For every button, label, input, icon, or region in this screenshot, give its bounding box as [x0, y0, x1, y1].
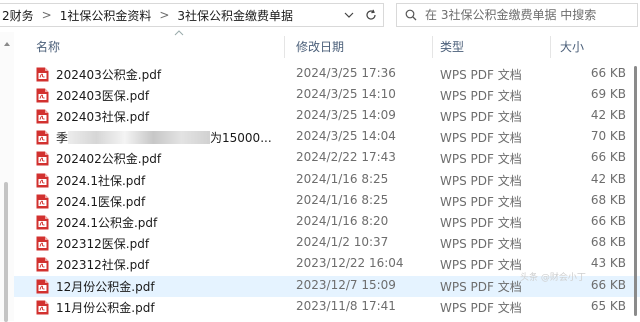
pdf-file-icon [36, 67, 49, 82]
modified-date: 2024/1/2 10:37 [296, 235, 389, 249]
file-type: WPS PDF 文档 [440, 68, 522, 82]
file-row[interactable]: 202403公积金.pdf 2024/3/25 17:36 WPS PDF 文档 66… [14, 64, 640, 85]
modified-date: 2024/1/16 8:25 [296, 193, 389, 207]
column-divider[interactable] [432, 36, 433, 58]
file-name[interactable]: 2024.1社保.pdf [56, 172, 145, 189]
file-type: WPS PDF 文档 [440, 301, 522, 315]
toolbar: 2财务 > 1社保公积金资料 > 3社保公积金缴费单据 [0, 0, 640, 32]
breadcrumb-separator[interactable]: > [153, 8, 175, 22]
sort-ascending-icon [174, 30, 184, 36]
breadcrumb-finance[interactable]: 2财务 [0, 7, 36, 24]
file-row[interactable]: 2024.1公积金.pdf 2024/1/16 8:20 WPS PDF 文档 66 … [14, 212, 640, 233]
pdf-file-icon [36, 300, 49, 315]
column-divider[interactable] [284, 36, 285, 58]
column-size[interactable]: 大小 [560, 32, 584, 60]
modified-date: 2024/1/16 8:20 [296, 214, 389, 228]
pdf-file-icon [36, 257, 49, 272]
column-date[interactable]: 修改日期 [296, 32, 344, 60]
file-type: WPS PDF 文档 [440, 89, 522, 103]
breadcrumb-payment-receipts[interactable]: 3社保公积金缴费单据 [175, 7, 295, 24]
file-name[interactable]: 11月份公积金.pdf [56, 299, 155, 316]
file-type: WPS PDF 文档 [440, 131, 522, 145]
file-name[interactable]: 12月份公积金.pdf [56, 278, 155, 295]
breadcrumb-social-security-docs[interactable]: 1社保公积金资料 [58, 7, 154, 24]
scrollbar-thumb[interactable] [634, 66, 637, 316]
pdf-file-icon [36, 88, 49, 103]
column-header: 名称 修改日期 类型 大小 [14, 30, 640, 60]
file-row[interactable]: 202403医保.pdf 2024/3/25 14:10 WPS PDF 文档 69 … [14, 85, 640, 106]
file-name[interactable]: 季 为15000... [56, 129, 272, 146]
modified-date: 2023/11/8 17:41 [296, 299, 396, 313]
modified-date: 2024/2/22 17:43 [296, 150, 396, 164]
file-size: 42 KB [590, 108, 626, 122]
file-type: WPS PDF 文档 [440, 280, 522, 294]
redacted-text [68, 131, 211, 144]
pdf-file-icon [36, 194, 49, 209]
file-type: WPS PDF 文档 [440, 258, 522, 272]
search-box[interactable] [396, 3, 638, 27]
refresh-icon[interactable] [361, 4, 381, 26]
column-type[interactable]: 类型 [440, 32, 464, 60]
file-type: WPS PDF 文档 [440, 110, 522, 124]
pdf-file-icon [36, 215, 49, 230]
file-name[interactable]: 202402公积金.pdf [56, 150, 161, 167]
navigation-pane[interactable] [0, 32, 14, 322]
file-name[interactable]: 2024.1医保.pdf [56, 193, 145, 210]
column-name[interactable]: 名称 [36, 32, 60, 60]
file-size: 42 KB [590, 172, 626, 186]
file-size: 69 KB [590, 87, 626, 101]
vertical-scrollbar[interactable] [630, 60, 640, 321]
modified-date: 2024/1/16 8:25 [296, 172, 389, 186]
file-size: 70 KB [590, 129, 626, 143]
file-name[interactable]: 202403公积金.pdf [56, 66, 161, 83]
pdf-file-icon [36, 130, 49, 145]
file-type: WPS PDF 文档 [440, 174, 522, 188]
file-type: WPS PDF 文档 [440, 216, 522, 230]
file-type: WPS PDF 文档 [440, 195, 522, 209]
file-size: 66 KB [590, 214, 626, 228]
file-row[interactable]: 202402公积金.pdf 2024/2/22 17:43 WPS PDF 文档 66… [14, 148, 640, 169]
modified-date: 2024/3/25 17:36 [296, 66, 396, 80]
breadcrumb-separator[interactable]: > [36, 8, 58, 22]
search-icon[interactable] [397, 9, 425, 21]
pdf-file-icon [36, 236, 49, 251]
file-name-suffix: 为15000... [210, 131, 272, 145]
file-size: 43 KB [590, 256, 626, 270]
pdf-file-icon [36, 151, 49, 166]
file-size: 68 KB [590, 193, 626, 207]
modified-date: 2024/3/25 14:10 [296, 87, 396, 101]
file-type: WPS PDF 文档 [440, 237, 522, 251]
file-row[interactable]: 11月份公积金.pdf 2023/11/8 17:41 WPS PDF 文档 65 K… [14, 297, 640, 318]
file-row[interactable]: 202312医保.pdf 2024/1/2 10:37 WPS PDF 文档 68 K… [14, 233, 640, 254]
file-name-prefix: 季 [56, 131, 69, 145]
file-size: 66 KB [590, 66, 626, 80]
file-size: 68 KB [590, 235, 626, 249]
pdf-file-icon [36, 279, 49, 294]
pdf-file-icon [36, 109, 49, 124]
file-row[interactable]: 202403社保.pdf 2024/3/25 14:09 WPS PDF 文档 42 … [14, 106, 640, 127]
watermark: 头条 @财会小丁 [520, 273, 586, 283]
column-divider[interactable] [550, 36, 551, 58]
file-row[interactable]: 2024.1医保.pdf 2024/1/16 8:25 WPS PDF 文档 68 K… [14, 191, 640, 212]
file-row[interactable]: 2024.1社保.pdf 2024/1/16 8:25 WPS PDF 文档 42 K… [14, 170, 640, 191]
modified-date: 2024/3/25 14:09 [296, 108, 396, 122]
search-input[interactable] [425, 8, 625, 22]
file-name[interactable]: 202403医保.pdf [56, 87, 149, 104]
chevron-down-icon[interactable] [339, 4, 359, 26]
file-size: 66 KB [590, 150, 626, 164]
file-size: 65 KB [590, 299, 626, 313]
pdf-file-icon [36, 173, 49, 188]
file-name[interactable]: 202312社保.pdf [56, 256, 149, 273]
modified-date: 2024/3/25 14:04 [296, 129, 396, 143]
file-row[interactable]: 季 为15000... 2024/3/25 14:04 WPS PDF 文档 70 KB [14, 127, 640, 148]
modified-date: 2023/12/7 15:09 [296, 278, 396, 292]
navigation-scrollbar-thumb[interactable] [4, 182, 8, 322]
file-name[interactable]: 202312医保.pdf [56, 235, 149, 252]
address-bar[interactable]: 2财务 > 1社保公积金资料 > 3社保公积金缴费单据 [0, 3, 384, 27]
modified-date: 2023/12/22 16:04 [296, 256, 404, 270]
file-type: WPS PDF 文档 [440, 152, 522, 166]
file-name[interactable]: 2024.1公积金.pdf [56, 214, 157, 231]
scroll-up-icon[interactable] [3, 40, 11, 48]
file-name[interactable]: 202403社保.pdf [56, 108, 149, 125]
